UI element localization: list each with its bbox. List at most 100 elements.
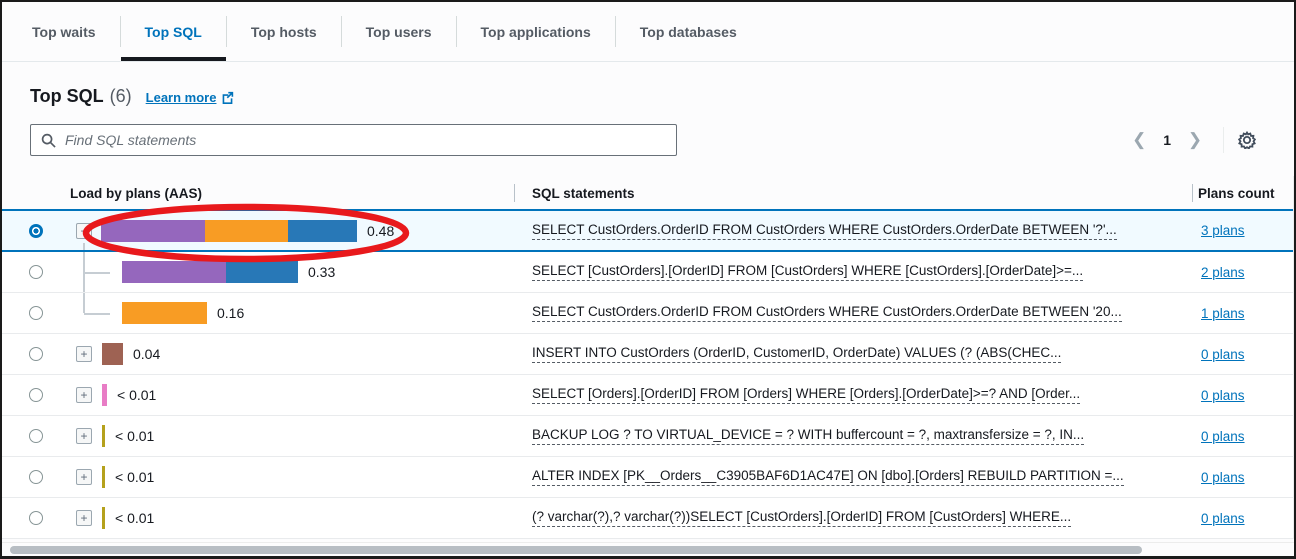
load-value-label: < 0.01 [117,387,156,403]
expand-row-icon[interactable]: + [76,510,92,526]
plans-count-cell: 1 plans [1201,293,1245,333]
row-radio-selected[interactable] [29,224,43,238]
sql-statement-cell: BACKUP LOG ? TO VIRTUAL_DEVICE = ? WITH … [532,416,1084,456]
plans-count-link[interactable]: 3 plans [1201,223,1245,238]
load-bar: < 0.01 [102,425,154,447]
table-row: +0.04 INSERT INTO CustOrders (OrderID, Cu… [2,334,1293,375]
sql-statement-link[interactable]: SELECT CustOrders.OrderID FROM CustOrder… [532,222,1117,240]
row-radio[interactable] [29,265,43,279]
plans-count-link[interactable]: 0 plans [1201,347,1245,362]
table-row: 0.16 SELECT CustOrders.OrderID FROM CustO… [2,293,1293,334]
column-divider[interactable] [514,184,515,202]
settings-button[interactable] [1238,131,1256,149]
collapse-row-icon[interactable]: − [76,223,92,239]
sql-statement-link[interactable]: INSERT INTO CustOrders (OrderID, Custome… [532,345,1061,363]
load-value-label: 0.33 [308,264,335,280]
tab-bar: Top waitsTop SQLTop hostsTop usersTop ap… [2,2,1294,62]
prev-page-button[interactable]: ❮ [1125,126,1153,154]
top-sql-panel: Top waitsTop SQLTop hostsTop usersTop ap… [0,0,1296,559]
tab-top-hosts[interactable]: Top hosts [227,2,341,61]
expand-row-icon[interactable]: + [76,428,92,444]
learn-more-link[interactable]: Learn more [146,90,235,105]
load-value-label: 0.04 [133,346,160,362]
sql-statement-link[interactable]: SELECT [CustOrders].[OrderID] FROM [Cust… [532,263,1083,281]
next-page-button[interactable]: ❯ [1181,126,1209,154]
sql-statement-link[interactable]: ALTER INDEX [PK__Orders__C3905BAF6D1AC47… [532,468,1124,486]
table-header-row: Load by plans (AAS) SQL statements Plans… [2,176,1293,210]
sql-statement-link[interactable]: (? varchar(?),? varchar(?))SELECT [CustO… [532,509,1071,527]
plans-count-link[interactable]: 0 plans [1201,511,1245,526]
column-divider[interactable] [1192,184,1193,202]
panel-header: Top SQL (6) Learn more [30,86,1266,107]
table-row: 0.33 SELECT [CustOrders].[OrderID] FROM [… [2,252,1293,293]
pagination: ❮ 1 ❯ [1125,126,1256,154]
table-body: − 0.48 SELECT CustOrders.OrderID FROM Cust… [2,209,1293,539]
plans-count-cell: 0 plans [1201,457,1245,497]
sql-statement-link[interactable]: SELECT CustOrders.OrderID FROM CustOrder… [532,304,1122,322]
load-bar: 0.48 [101,220,394,242]
load-bar: < 0.01 [102,507,154,529]
expand-row-icon[interactable]: + [76,469,92,485]
row-radio[interactable] [29,306,43,320]
tab-top-waits[interactable]: Top waits [8,2,120,61]
expand-row-icon[interactable]: + [76,387,92,403]
plans-count-link[interactable]: 2 plans [1201,265,1245,280]
plans-count-link[interactable]: 0 plans [1201,429,1245,444]
load-bar-segment-blue [288,220,357,242]
tab-top-sql[interactable]: Top SQL [121,2,226,61]
load-bar: 0.04 [102,343,160,365]
load-bar-segment-olive [102,507,105,529]
column-header-load-by-plans: Load by plans (AAS) [70,176,202,210]
sql-statement-cell: (? varchar(?),? varchar(?))SELECT [CustO… [532,498,1071,538]
plans-count-cell: 0 plans [1201,334,1245,374]
load-value-label: < 0.01 [115,428,154,444]
expand-row-icon[interactable]: + [76,346,92,362]
tree-connector [83,293,85,313]
load-bar: < 0.01 [102,384,156,406]
load-bar-segment-pink [102,384,107,406]
plans-count-cell: 3 plans [1201,211,1245,250]
row-radio[interactable] [29,388,43,402]
search-input[interactable] [65,132,666,148]
sql-statement-link[interactable]: BACKUP LOG ? TO VIRTUAL_DEVICE = ? WITH … [532,427,1084,445]
tab-top-databases[interactable]: Top databases [616,2,761,61]
plans-count-cell: 0 plans [1201,416,1245,456]
load-bar-segment-olive [102,466,105,488]
load-bar-segment-purple [101,220,205,242]
table-row: +< 0.01ALTER INDEX [PK__Orders__C3905BAF… [2,457,1293,498]
load-value-label: 0.48 [367,223,394,239]
table-row: + < 0.01 (? varchar(?),? varchar(?))SELECT… [2,498,1293,539]
table-row: + < 0.01 BACKUP LOG ? TO VIRTUAL_DEVICE = … [2,416,1293,457]
sql-statement-cell: SELECT [Orders].[OrderID] FROM [Orders] … [532,375,1080,415]
tab-top-applications[interactable]: Top applications [457,2,615,61]
tree-connector [83,243,85,250]
plans-count-link[interactable]: 1 plans [1201,306,1245,321]
load-bar: 0.33 [122,261,335,283]
tab-top-users[interactable]: Top users [342,2,456,61]
gear-icon [1238,131,1256,149]
table-row: + < 0.01 SELECT [Orders].[OrderID] FROM [O… [2,375,1293,416]
row-radio[interactable] [29,511,43,525]
plans-count-cell: 0 plans [1201,498,1245,538]
load-bar-segment-orange [205,220,288,242]
toolbar: ❮ 1 ❯ [30,124,1266,156]
load-bar: 0.16 [122,302,244,324]
column-header-plans-count: Plans count [1198,176,1275,210]
plans-count-link[interactable]: 0 plans [1201,388,1245,403]
tree-connector [84,272,110,274]
page-title: Top SQL [30,86,104,107]
top-sql-table: Load by plans (AAS) SQL statements Plans… [2,176,1294,539]
scrollbar-thumb[interactable] [10,546,1142,554]
row-radio[interactable] [29,347,43,361]
sql-statement-cell: INSERT INTO CustOrders (OrderID, Custome… [532,334,1061,374]
row-radio[interactable] [29,470,43,484]
horizontal-scrollbar[interactable] [2,542,1294,556]
load-bar-segment-purple [122,261,226,283]
learn-more-label: Learn more [146,90,217,105]
tree-connector [84,313,110,315]
search-box[interactable] [30,124,677,156]
sql-statement-link[interactable]: SELECT [Orders].[OrderID] FROM [Orders] … [532,386,1080,404]
plans-count-link[interactable]: 0 plans [1201,470,1245,485]
sql-statement-cell: SELECT [CustOrders].[OrderID] FROM [Cust… [532,252,1083,292]
row-radio[interactable] [29,429,43,443]
